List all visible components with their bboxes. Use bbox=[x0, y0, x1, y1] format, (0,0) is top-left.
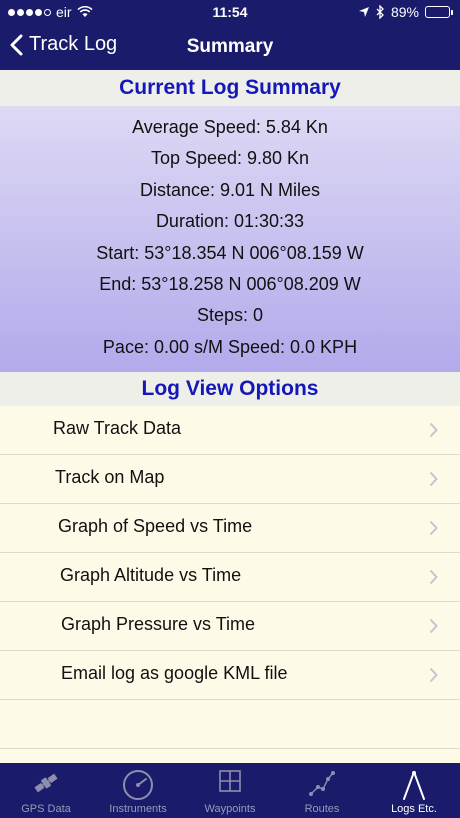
battery-percent: 89% bbox=[390, 4, 419, 20]
duration-line: Duration: 01:30:33 bbox=[155, 211, 305, 232]
back-button[interactable]: Track Log bbox=[10, 33, 117, 56]
battery-icon bbox=[425, 6, 453, 18]
average-speed-line: Average Speed: 5.84 Kn bbox=[132, 117, 328, 137]
chevron-right-icon bbox=[429, 569, 438, 585]
chevron-right-icon bbox=[429, 422, 438, 438]
chevron-right-icon bbox=[429, 471, 438, 487]
option-email-kml[interactable]: Email log as google KML file bbox=[0, 651, 460, 700]
distance-line: Distance: 9.01 N Miles bbox=[139, 179, 321, 200]
tab-label: Waypoints bbox=[204, 803, 256, 815]
chevron-left-icon bbox=[10, 34, 23, 55]
empty-list-row bbox=[0, 700, 460, 749]
option-raw-track-data[interactable]: Raw Track Data bbox=[0, 406, 460, 455]
chevron-right-icon bbox=[429, 520, 438, 536]
tab-label: Routes bbox=[304, 803, 340, 815]
option-label: Graph of Speed vs Time bbox=[58, 516, 253, 536]
tab-gps-data[interactable]: GPS Data bbox=[0, 763, 92, 818]
satellite-icon bbox=[34, 773, 58, 793]
end-position-line: End: 53°18.258 N 006°08.209 W bbox=[99, 273, 361, 294]
status-bar: eir 11:54 89% bbox=[0, 0, 460, 24]
tab-label: Instruments bbox=[109, 803, 167, 815]
summary-panel: Average Speed: 5.84 Kn Top Speed: 9.80 K… bbox=[0, 106, 460, 372]
tab-logs-etc[interactable]: Logs Etc. bbox=[368, 763, 460, 818]
option-track-on-map[interactable]: Track on Map bbox=[0, 455, 460, 504]
option-label: Email log as google KML file bbox=[61, 663, 288, 683]
back-button-label: Track Log bbox=[29, 33, 118, 55]
steps-line: Steps: 0 bbox=[196, 305, 264, 326]
tab-waypoints[interactable]: Waypoints bbox=[184, 763, 276, 818]
bluetooth-icon bbox=[376, 5, 384, 19]
tab-instruments[interactable]: Instruments bbox=[92, 763, 184, 818]
grid-icon bbox=[219, 770, 241, 792]
status-right: 89% bbox=[358, 4, 453, 20]
start-position-line: Start: 53°18.354 N 006°08.159 W bbox=[96, 242, 364, 263]
option-graph-altitude-vs-time[interactable]: Graph Altitude vs Time bbox=[0, 553, 460, 602]
location-arrow-icon bbox=[358, 7, 369, 17]
gauge-icon bbox=[123, 770, 153, 800]
pace-speed-line: Pace: 0.00 s/M Speed: 0.0 KPH bbox=[102, 336, 358, 357]
options-section-header: Log View Options bbox=[0, 372, 460, 406]
tab-bar: GPS Data Instruments Waypoints Routes Lo… bbox=[0, 763, 460, 818]
option-label: Graph Altitude vs Time bbox=[60, 565, 242, 585]
option-label: Track on Map bbox=[55, 467, 165, 487]
chevron-right-icon bbox=[429, 618, 438, 634]
summary-section-header: Current Log Summary bbox=[0, 70, 460, 106]
option-graph-pressure-vs-time[interactable]: Graph Pressure vs Time bbox=[0, 602, 460, 651]
option-graph-speed-vs-time[interactable]: Graph of Speed vs Time bbox=[0, 504, 460, 553]
options-list: Raw Track Data Track on Map Graph of Spe… bbox=[0, 406, 460, 749]
tab-routes[interactable]: Routes bbox=[276, 763, 368, 818]
route-icon bbox=[309, 771, 335, 796]
navigation-bar: Track Log Summary bbox=[0, 24, 460, 70]
tab-label: Logs Etc. bbox=[391, 803, 437, 815]
top-speed-line: Top Speed: 9.80 Kn bbox=[150, 148, 310, 169]
compass-icon bbox=[403, 771, 425, 800]
option-label: Raw Track Data bbox=[53, 418, 182, 438]
tab-label: GPS Data bbox=[21, 803, 71, 815]
option-label: Graph Pressure vs Time bbox=[61, 614, 256, 634]
chevron-right-icon bbox=[429, 667, 438, 683]
